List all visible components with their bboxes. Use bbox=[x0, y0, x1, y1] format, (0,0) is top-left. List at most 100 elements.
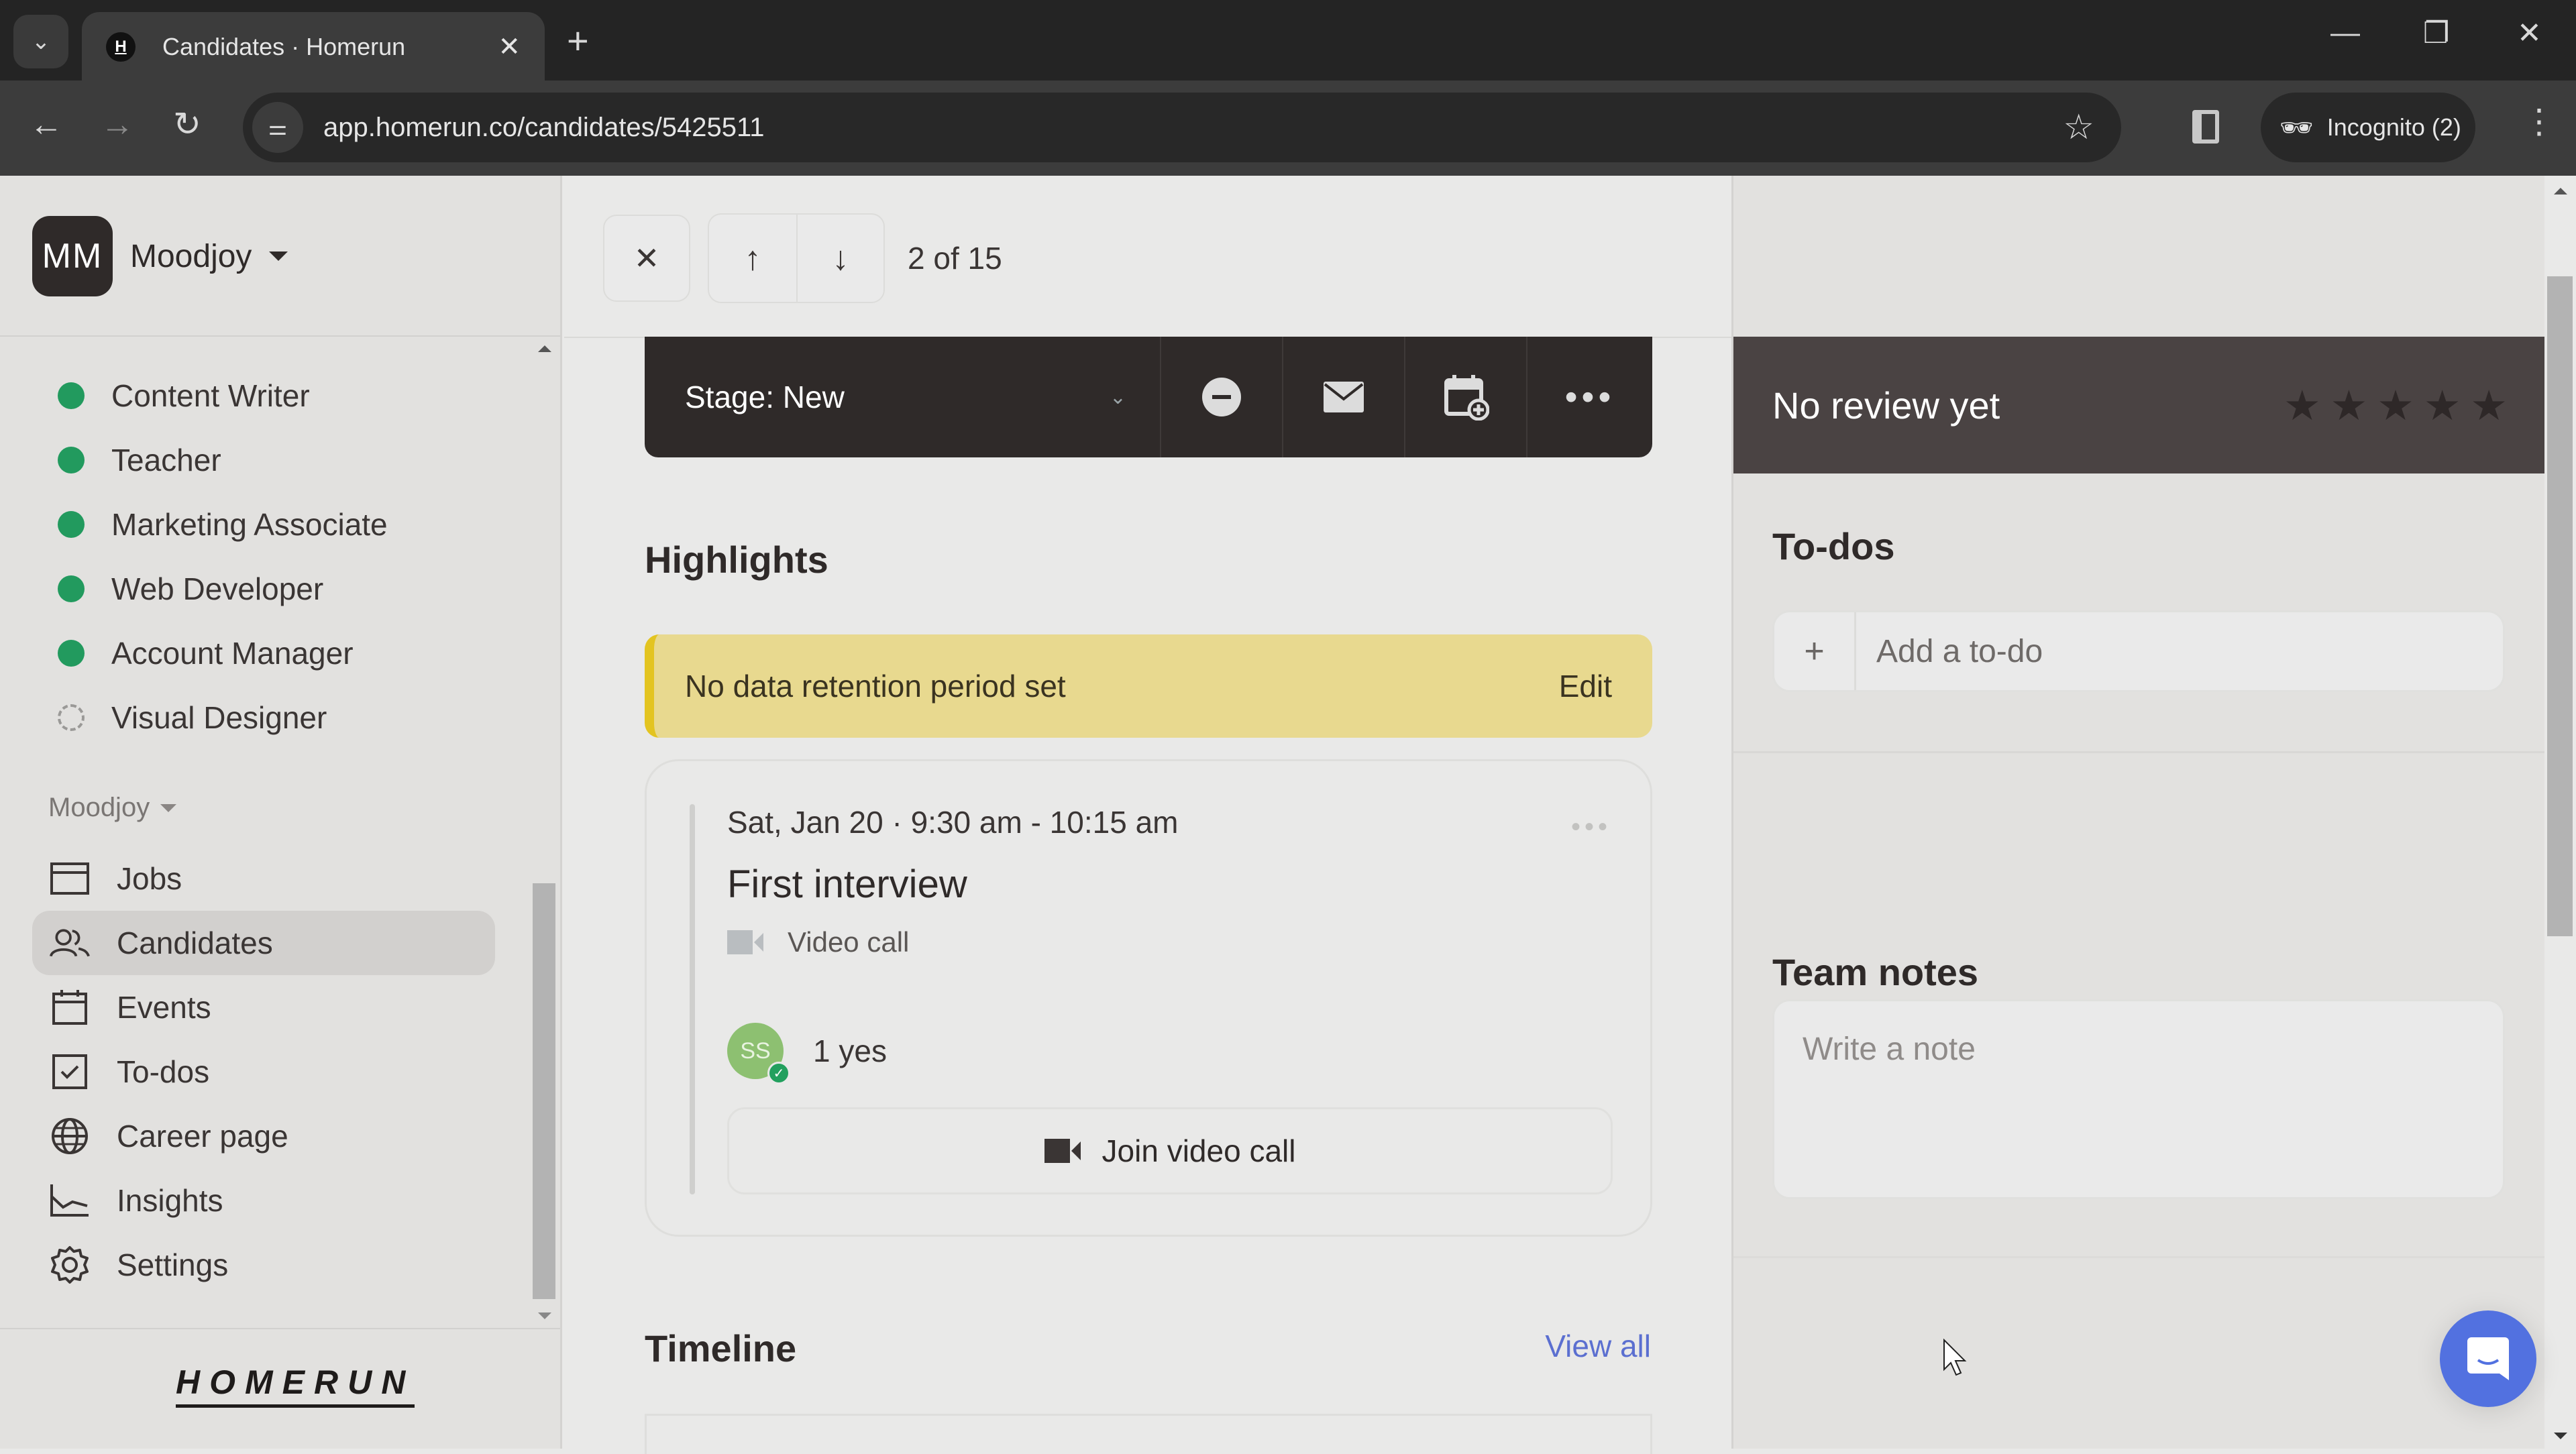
browser-menu-icon[interactable]: ⋮ bbox=[2522, 102, 2556, 141]
video-camera-icon bbox=[727, 930, 763, 954]
minimize-icon[interactable]: — bbox=[2330, 16, 2360, 50]
checkbox-icon bbox=[50, 1052, 90, 1092]
sidebar-item-todos[interactable]: To-dos bbox=[32, 1040, 495, 1104]
view-all-link[interactable]: View all bbox=[1545, 1328, 1651, 1364]
more-actions-button[interactable]: ••• bbox=[1527, 337, 1652, 457]
previous-candidate-button[interactable]: ↑ bbox=[709, 215, 796, 302]
arrow-up-icon: ↑ bbox=[744, 239, 761, 277]
restore-icon[interactable]: ❐ bbox=[2423, 16, 2449, 50]
job-item[interactable]: Web Developer bbox=[0, 557, 530, 621]
org-avatar: MM bbox=[32, 216, 113, 296]
todo-input[interactable]: Add a to-do bbox=[1856, 612, 2503, 690]
main-nav: Jobs Candidates Events To-dos Career pag… bbox=[32, 846, 495, 1297]
video-camera-icon bbox=[1044, 1139, 1081, 1163]
chevron-down-icon: ⌄ bbox=[31, 29, 51, 54]
back-icon[interactable]: ← bbox=[30, 105, 63, 144]
job-list: Content Writer Teacher Marketing Associa… bbox=[0, 364, 530, 750]
status-dot-draft-icon bbox=[58, 704, 85, 731]
send-email-button[interactable] bbox=[1283, 337, 1405, 457]
highlights-heading: Highlights bbox=[645, 539, 828, 581]
star-icon[interactable]: ★ bbox=[2330, 381, 2368, 430]
review-panel: No review yet ★ ★ ★ ★ ★ To-dos + Add a t… bbox=[1731, 176, 2546, 1449]
close-candidate-button[interactable]: ✕ bbox=[603, 215, 690, 302]
add-todo-field[interactable]: + Add a to-do bbox=[1772, 610, 2505, 692]
stage-select[interactable]: Stage: New ⌄ bbox=[645, 337, 1161, 457]
prev-next-group: ↑ ↓ bbox=[708, 213, 885, 303]
app: MM Moodjoy Content Writer Teacher Market… bbox=[0, 176, 2576, 1454]
team-notes-heading: Team notes bbox=[1772, 951, 1979, 993]
sidebar-item-career-page[interactable]: Career page bbox=[32, 1104, 495, 1168]
scrollbar-thumb[interactable] bbox=[533, 883, 555, 1299]
url-text[interactable]: app.homerun.co/candidates/5425511 bbox=[323, 113, 765, 143]
join-video-call-button[interactable]: Join video call bbox=[727, 1107, 1613, 1194]
star-rating[interactable]: ★ ★ ★ ★ ★ bbox=[2284, 381, 2508, 430]
homerun-logo[interactable]: HOMERUN bbox=[176, 1363, 415, 1408]
sidebar-item-insights[interactable]: Insights bbox=[32, 1168, 495, 1233]
support-chat-button[interactable] bbox=[2440, 1310, 2536, 1407]
forward-icon[interactable]: → bbox=[101, 105, 134, 144]
pager-count: 2 of 15 bbox=[908, 241, 1002, 276]
job-item[interactable]: Account Manager bbox=[0, 621, 530, 685]
star-icon[interactable]: ★ bbox=[2470, 381, 2508, 430]
side-panel-icon[interactable] bbox=[2192, 110, 2219, 144]
candidates-icon bbox=[50, 923, 90, 963]
event-datetime: Sat, Jan 20 · 9:30 am - 10:15 am bbox=[727, 805, 1179, 840]
retention-edit-link[interactable]: Edit bbox=[1559, 668, 1612, 704]
attendee-avatar[interactable]: SS ✓ bbox=[727, 1023, 790, 1084]
attendee-initials: SS bbox=[740, 1038, 771, 1064]
stage-label: Stage: New bbox=[685, 380, 845, 414]
site-info-icon[interactable]: ⚌ bbox=[252, 102, 303, 153]
star-icon[interactable]: ★ bbox=[2377, 381, 2414, 430]
schedule-event-button[interactable] bbox=[1405, 337, 1527, 457]
tab-search-button[interactable]: ⌄ bbox=[13, 15, 68, 68]
page-scrollbar[interactable] bbox=[2544, 176, 2576, 1449]
scroll-up-arrow-icon[interactable] bbox=[538, 345, 551, 352]
check-icon: ✓ bbox=[767, 1062, 790, 1084]
star-icon[interactable]: ★ bbox=[2424, 381, 2461, 430]
scroll-down-arrow-icon[interactable] bbox=[538, 1312, 551, 1319]
browser-tab[interactable]: H Candidates · Homerun ✕ bbox=[82, 12, 545, 82]
job-label: Teacher bbox=[111, 443, 221, 478]
job-item[interactable]: Marketing Associate bbox=[0, 492, 530, 557]
plus-icon[interactable]: + bbox=[1774, 612, 1856, 690]
org-switcher[interactable]: MM Moodjoy bbox=[32, 216, 288, 296]
incognito-badge[interactable]: 🕶 Incognito (2) bbox=[2261, 93, 2475, 162]
divider bbox=[1733, 751, 2546, 753]
sidebar-item-events[interactable]: Events bbox=[32, 975, 495, 1040]
candidate-pager: ✕ ↑ ↓ 2 of 15 bbox=[603, 213, 1002, 303]
caret-down-icon bbox=[160, 803, 177, 812]
scroll-down-arrow-icon[interactable] bbox=[2554, 1433, 2567, 1439]
job-label: Web Developer bbox=[111, 571, 324, 606]
status-dot-published-icon bbox=[58, 640, 85, 667]
more-horizontal-icon: ••• bbox=[1564, 377, 1615, 417]
sidebar-item-jobs[interactable]: Jobs bbox=[32, 846, 495, 911]
close-window-icon[interactable]: ✕ bbox=[2517, 16, 2542, 50]
scroll-up-arrow-icon[interactable] bbox=[2554, 188, 2567, 194]
new-tab-button[interactable]: + bbox=[567, 19, 589, 62]
browser-toolbar: ← → ↻ ⚌ app.homerun.co/candidates/542551… bbox=[0, 80, 2576, 176]
job-item[interactable]: Teacher bbox=[0, 428, 530, 492]
event-more-icon[interactable]: ••• bbox=[1571, 812, 1611, 842]
note-input[interactable]: Write a note bbox=[1772, 999, 2505, 1199]
job-item[interactable]: Content Writer bbox=[0, 364, 530, 428]
sidebar-scrollbar[interactable] bbox=[530, 340, 557, 1326]
sidebar-item-settings[interactable]: Settings bbox=[32, 1233, 495, 1297]
reload-icon[interactable]: ↻ bbox=[173, 105, 201, 144]
workspace-section-toggle[interactable]: Moodjoy bbox=[48, 793, 177, 823]
incognito-label: Incognito (2) bbox=[2326, 113, 2461, 141]
calendar-icon bbox=[50, 987, 90, 1027]
tab-close-icon[interactable]: ✕ bbox=[498, 32, 521, 62]
next-candidate-button[interactable]: ↓ bbox=[796, 215, 883, 302]
address-bar[interactable]: ⚌ app.homerun.co/candidates/5425511 ☆ bbox=[243, 93, 2121, 162]
scrollbar-thumb[interactable] bbox=[2547, 276, 2573, 936]
job-item[interactable]: Visual Designer bbox=[0, 685, 530, 750]
bookmark-star-icon[interactable]: ☆ bbox=[2063, 107, 2094, 148]
job-label: Account Manager bbox=[111, 636, 354, 671]
disqualify-button[interactable] bbox=[1161, 337, 1283, 457]
job-label: Content Writer bbox=[111, 378, 310, 413]
retention-warning: No data retention period set Edit bbox=[645, 634, 1652, 738]
event-card: Sat, Jan 20 · 9:30 am - 10:15 am ••• Fir… bbox=[645, 759, 1652, 1237]
star-icon[interactable]: ★ bbox=[2284, 381, 2321, 430]
sidebar-item-candidates[interactable]: Candidates bbox=[32, 911, 495, 975]
arrow-down-icon: ↓ bbox=[832, 239, 849, 277]
